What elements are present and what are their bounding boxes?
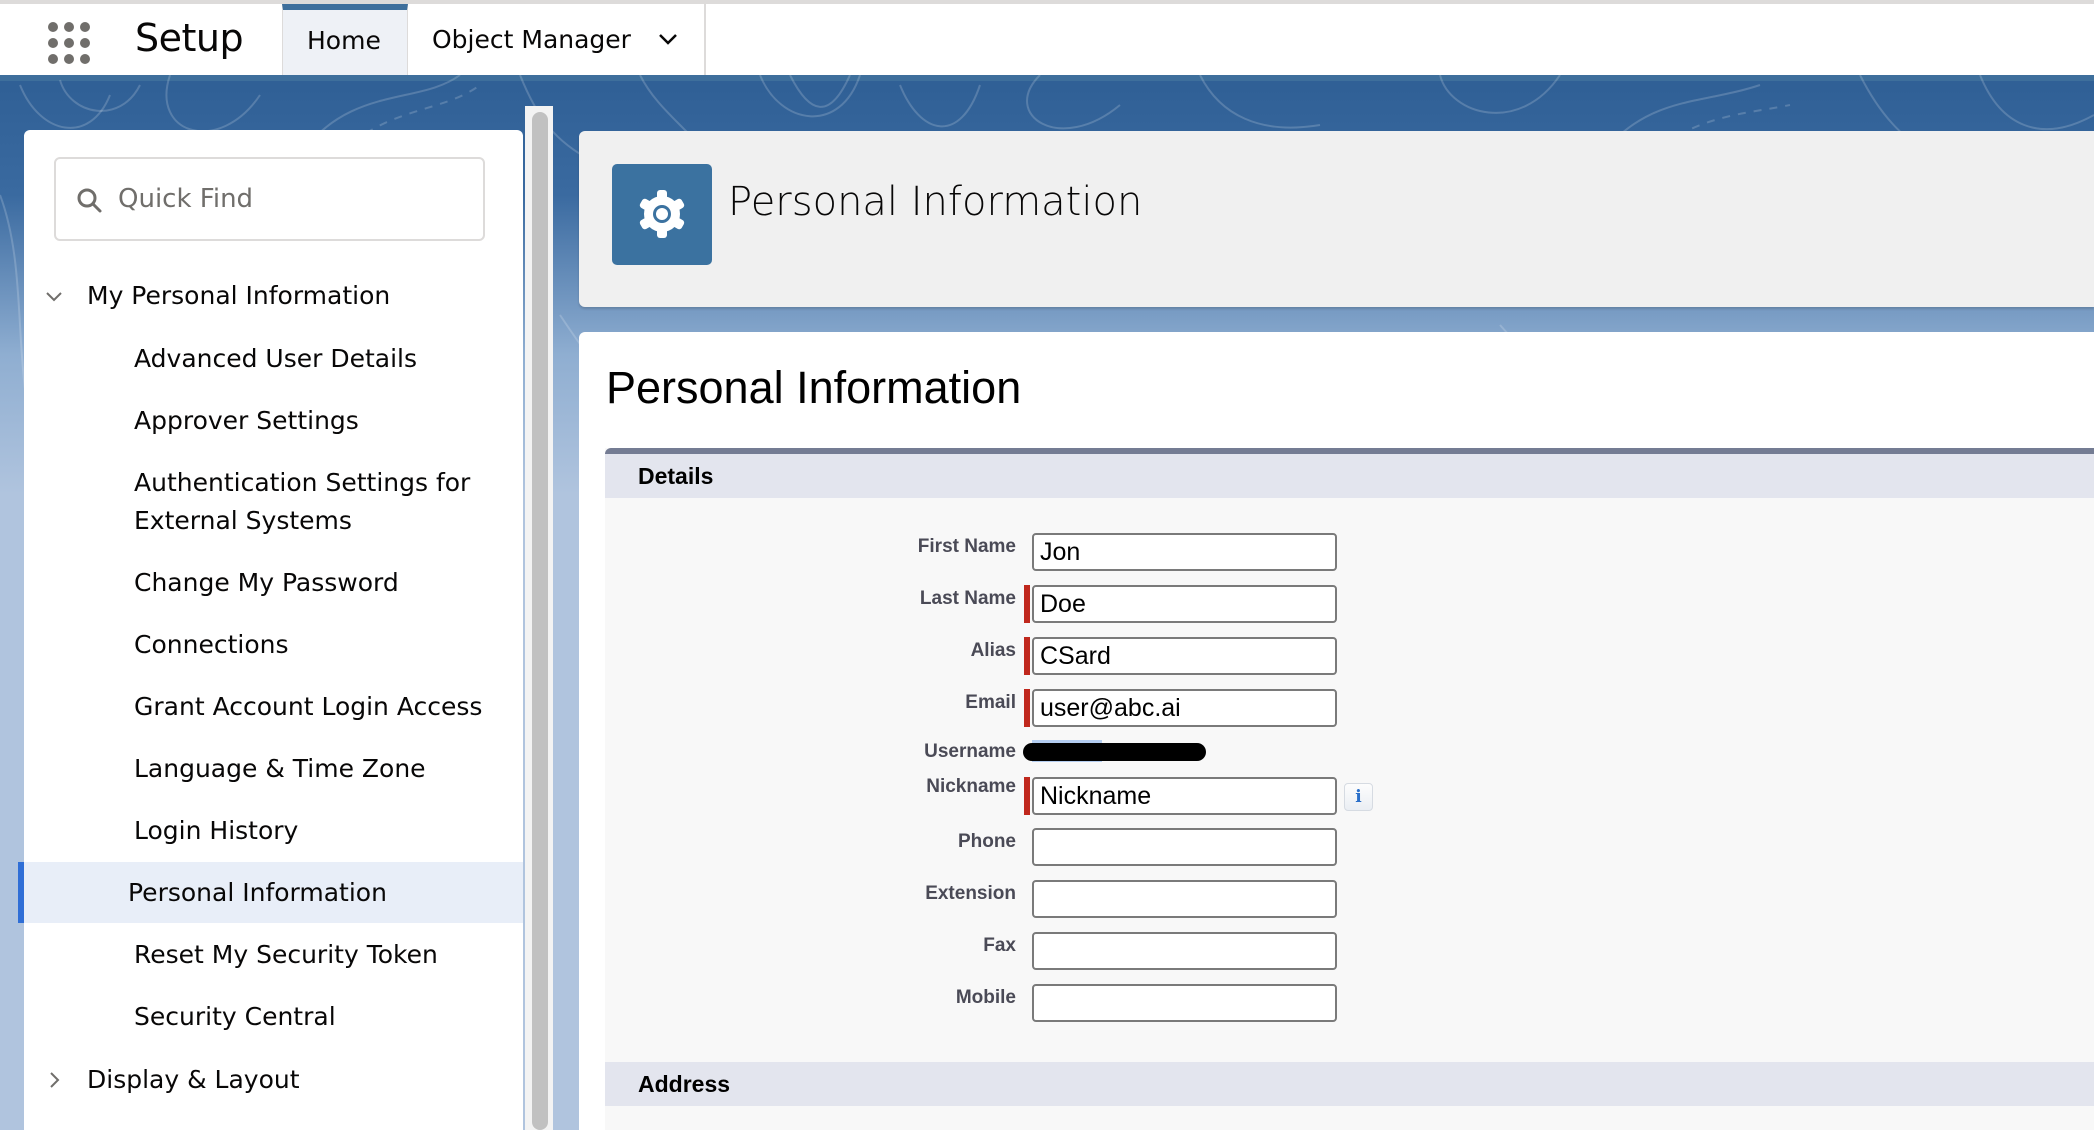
required-marker: [1024, 637, 1030, 675]
global-nav: Setup Home Object Manager: [0, 4, 2094, 75]
sidebar-scrollbar[interactable]: [525, 106, 553, 1130]
tab-home-label: Home: [307, 26, 381, 55]
tab-object-manager[interactable]: Object Manager: [408, 4, 706, 75]
field-label-fax: Fax: [983, 935, 1016, 956]
sidebar-item-security-central[interactable]: Security Central: [24, 998, 523, 1036]
required-marker: [1024, 777, 1030, 815]
section-header-address: Address: [605, 1062, 2094, 1106]
info-icon[interactable]: i: [1344, 783, 1373, 811]
quick-find-box: [54, 157, 485, 241]
sidebar-item-approver-settings[interactable]: Approver Settings: [24, 402, 523, 440]
field-label-email: Email: [965, 692, 1016, 713]
alias-input[interactable]: [1032, 637, 1337, 675]
mobile-input[interactable]: [1032, 984, 1337, 1022]
sidebar-item-language-time-zone[interactable]: Language & Time Zone: [24, 750, 523, 788]
field-label-first-name: First Name: [917, 536, 1016, 557]
tree-group-my-personal-information[interactable]: My Personal Information: [24, 268, 523, 324]
sidebar-item-label: Language & Time Zone: [134, 754, 426, 783]
sidebar-item-advanced-user-details[interactable]: Advanced User Details: [24, 340, 523, 378]
setup-sidebar: My Personal Information Advanced User De…: [18, 130, 523, 1130]
required-marker: [1024, 689, 1030, 727]
sidebar-item-authentication-settings[interactable]: Authentication Settings for External Sys…: [24, 464, 494, 540]
extension-input[interactable]: [1032, 880, 1337, 918]
tree-group-label: My Personal Information: [87, 281, 391, 310]
search-icon: [77, 188, 102, 213]
sidebar-item-label: Authentication Settings for External Sys…: [134, 468, 471, 535]
email-input[interactable]: [1032, 689, 1337, 727]
sidebar-item-label: Change My Password: [134, 568, 399, 597]
field-label-mobile: Mobile: [955, 987, 1016, 1008]
phone-input[interactable]: [1032, 828, 1337, 866]
field-label-phone: Phone: [957, 831, 1016, 852]
chevron-right-icon[interactable]: [44, 1070, 64, 1090]
sidebar-item-grant-account-login-access[interactable]: Grant Account Login Access: [24, 688, 523, 726]
nickname-input[interactable]: [1032, 777, 1337, 815]
sidebar-item-change-my-password[interactable]: Change My Password: [24, 564, 523, 602]
gear-icon: [612, 164, 712, 265]
first-name-input[interactable]: [1032, 533, 1337, 571]
chevron-down-icon[interactable]: [44, 286, 64, 306]
page-title: Personal Information: [606, 362, 1022, 413]
field-label-last-name: Last Name: [919, 588, 1016, 609]
chevron-down-icon[interactable]: [658, 29, 678, 49]
sidebar-item-label: Reset My Security Token: [134, 940, 438, 969]
tab-object-manager-label: Object Manager: [432, 25, 631, 54]
main-content: Personal Information Details First Name …: [579, 332, 2094, 1130]
fax-input[interactable]: [1032, 932, 1337, 970]
tree-group-label: Display & Layout: [87, 1065, 300, 1094]
sidebar-item-personal-information[interactable]: Personal Information: [18, 862, 523, 923]
field-label-extension: Extension: [925, 883, 1016, 904]
field-label-username: Username: [924, 741, 1016, 762]
sidebar-item-login-history[interactable]: Login History: [24, 812, 523, 850]
sidebar-item-label: Connections: [134, 630, 289, 659]
sidebar-item-label: Advanced User Details: [134, 344, 418, 373]
sidebar-item-reset-my-security-token[interactable]: Reset My Security Token: [24, 936, 523, 974]
sidebar-item-label: Login History: [134, 816, 299, 845]
section-header-details: Details: [605, 454, 2094, 498]
address-section: Address: [605, 1062, 2094, 1130]
sidebar-item-label: Personal Information: [128, 878, 387, 907]
scrollbar-thumb[interactable]: [532, 112, 548, 1130]
header-title: Personal Information: [728, 179, 1143, 225]
field-label-nickname: Nickname: [926, 776, 1016, 797]
sidebar-item-label: Security Central: [134, 1002, 336, 1031]
app-launcher-icon[interactable]: [46, 20, 92, 66]
sidebar-item-connections[interactable]: Connections: [24, 626, 523, 664]
sidebar-item-label: Approver Settings: [134, 406, 359, 435]
tab-home[interactable]: Home: [282, 4, 408, 75]
last-name-input[interactable]: [1032, 585, 1337, 623]
page-header: Personal Information: [579, 131, 2094, 307]
quick-find-input[interactable]: [118, 173, 468, 225]
sidebar-item-label: Grant Account Login Access: [134, 692, 483, 721]
details-section: Details First Name Last Name Alias Email…: [605, 448, 2094, 1062]
required-marker: [1024, 585, 1030, 623]
tree-group-display-layout[interactable]: Display & Layout: [24, 1052, 523, 1108]
app-title: Setup: [135, 16, 244, 60]
field-label-alias: Alias: [970, 640, 1016, 661]
